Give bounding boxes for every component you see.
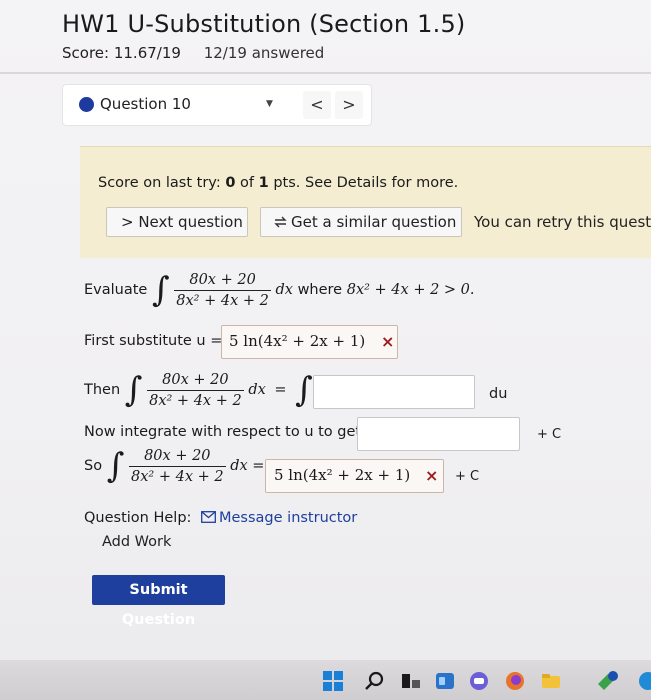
final-answer-field[interactable]: 5 ln(4x² + 2x + 1) × (265, 459, 444, 493)
page-title: HW1 U-Substitution (Section 1.5) (62, 10, 466, 38)
add-work-button[interactable]: Add Work (92, 528, 174, 556)
first-substitute-label: First substitute u = (84, 333, 223, 349)
du-label: du (489, 386, 508, 402)
edge-icon[interactable] (636, 670, 651, 692)
evaluate-label: Evaluate (84, 282, 148, 298)
previous-question-button[interactable]: < (303, 91, 331, 119)
notification-badge-icon[interactable] (596, 670, 618, 692)
caret-down-icon[interactable]: ▼ (266, 99, 273, 109)
score-banner: Score on last try: 0 of 1 pts. See Detai… (80, 146, 651, 258)
question-select[interactable]: Question 10 (100, 95, 191, 113)
answered-count: 12/19 answered (203, 44, 325, 62)
integrate-label: Now integrate with respect to u to get (84, 424, 362, 440)
so-statement: So ∫ 80x + 20 8x² + 4x + 2 dx = (84, 446, 265, 486)
integral-sign: ∫ (295, 370, 313, 410)
integrand-fraction: 80x + 20 8x² + 4x + 2 (147, 371, 244, 409)
score-text: Score: 11.67/19 (62, 44, 181, 62)
mail-icon (201, 510, 219, 526)
so-label: So (84, 458, 103, 474)
file-explorer-icon[interactable] (540, 670, 562, 692)
question-navigator[interactable]: Question 10 ▼ < > (62, 84, 372, 126)
plus-c-label: + C (537, 427, 562, 442)
refresh-icon (273, 208, 291, 236)
incorrect-x-icon: × (425, 466, 439, 485)
similar-question-button[interactable]: Get a similar question (260, 207, 462, 237)
firefox-icon[interactable] (504, 670, 526, 692)
then-label: Then (84, 382, 121, 398)
taskbar (0, 660, 651, 700)
message-instructor-link[interactable]: Message instructor (201, 510, 357, 526)
u-integral-field[interactable] (357, 417, 520, 451)
question-help-label: Question Help: (84, 510, 192, 526)
submit-question-button[interactable]: Submit Question (92, 575, 225, 628)
widgets-icon[interactable] (434, 670, 456, 692)
u-answer-field[interactable]: 5 ln(4x² + 2x + 1) × (221, 325, 398, 359)
integrand-fraction: 80x + 20 8x² + 4x + 2 (174, 271, 271, 309)
question-status-dot (79, 97, 94, 112)
integrand-fraction: 80x + 20 8x² + 4x + 2 (129, 447, 226, 485)
incorrect-x-icon: × (381, 332, 395, 351)
next-question-arrow-button[interactable]: > (335, 91, 363, 119)
search-icon[interactable] (364, 670, 386, 692)
integral-sign: ∫ (106, 446, 125, 486)
du-integrand-field[interactable] (313, 375, 475, 409)
evaluate-statement: Evaluate ∫ 80x + 20 8x² + 4x + 2 dx wher… (84, 270, 475, 310)
then-statement: Then ∫ 80x + 20 8x² + 4x + 2 dx = ∫ (84, 370, 313, 410)
chat-icon[interactable] (468, 670, 490, 692)
last-try-score: Score on last try: 0 of 1 pts. See Detai… (98, 175, 459, 191)
page-background: HW1 U-Substitution (Section 1.5) Score: … (0, 0, 651, 700)
plus-c-final-label: + C (455, 469, 480, 484)
header-divider (0, 72, 651, 74)
windows-start-icon[interactable] (322, 670, 344, 692)
next-question-button[interactable]: > Next question (106, 207, 248, 237)
task-view-icon[interactable] (400, 670, 422, 692)
integral-sign: ∫ (151, 270, 170, 310)
integral-sign: ∫ (124, 370, 143, 410)
score-summary: Score: 11.67/19 12/19 answered (62, 44, 324, 62)
retry-message: You can retry this questio (474, 213, 651, 231)
